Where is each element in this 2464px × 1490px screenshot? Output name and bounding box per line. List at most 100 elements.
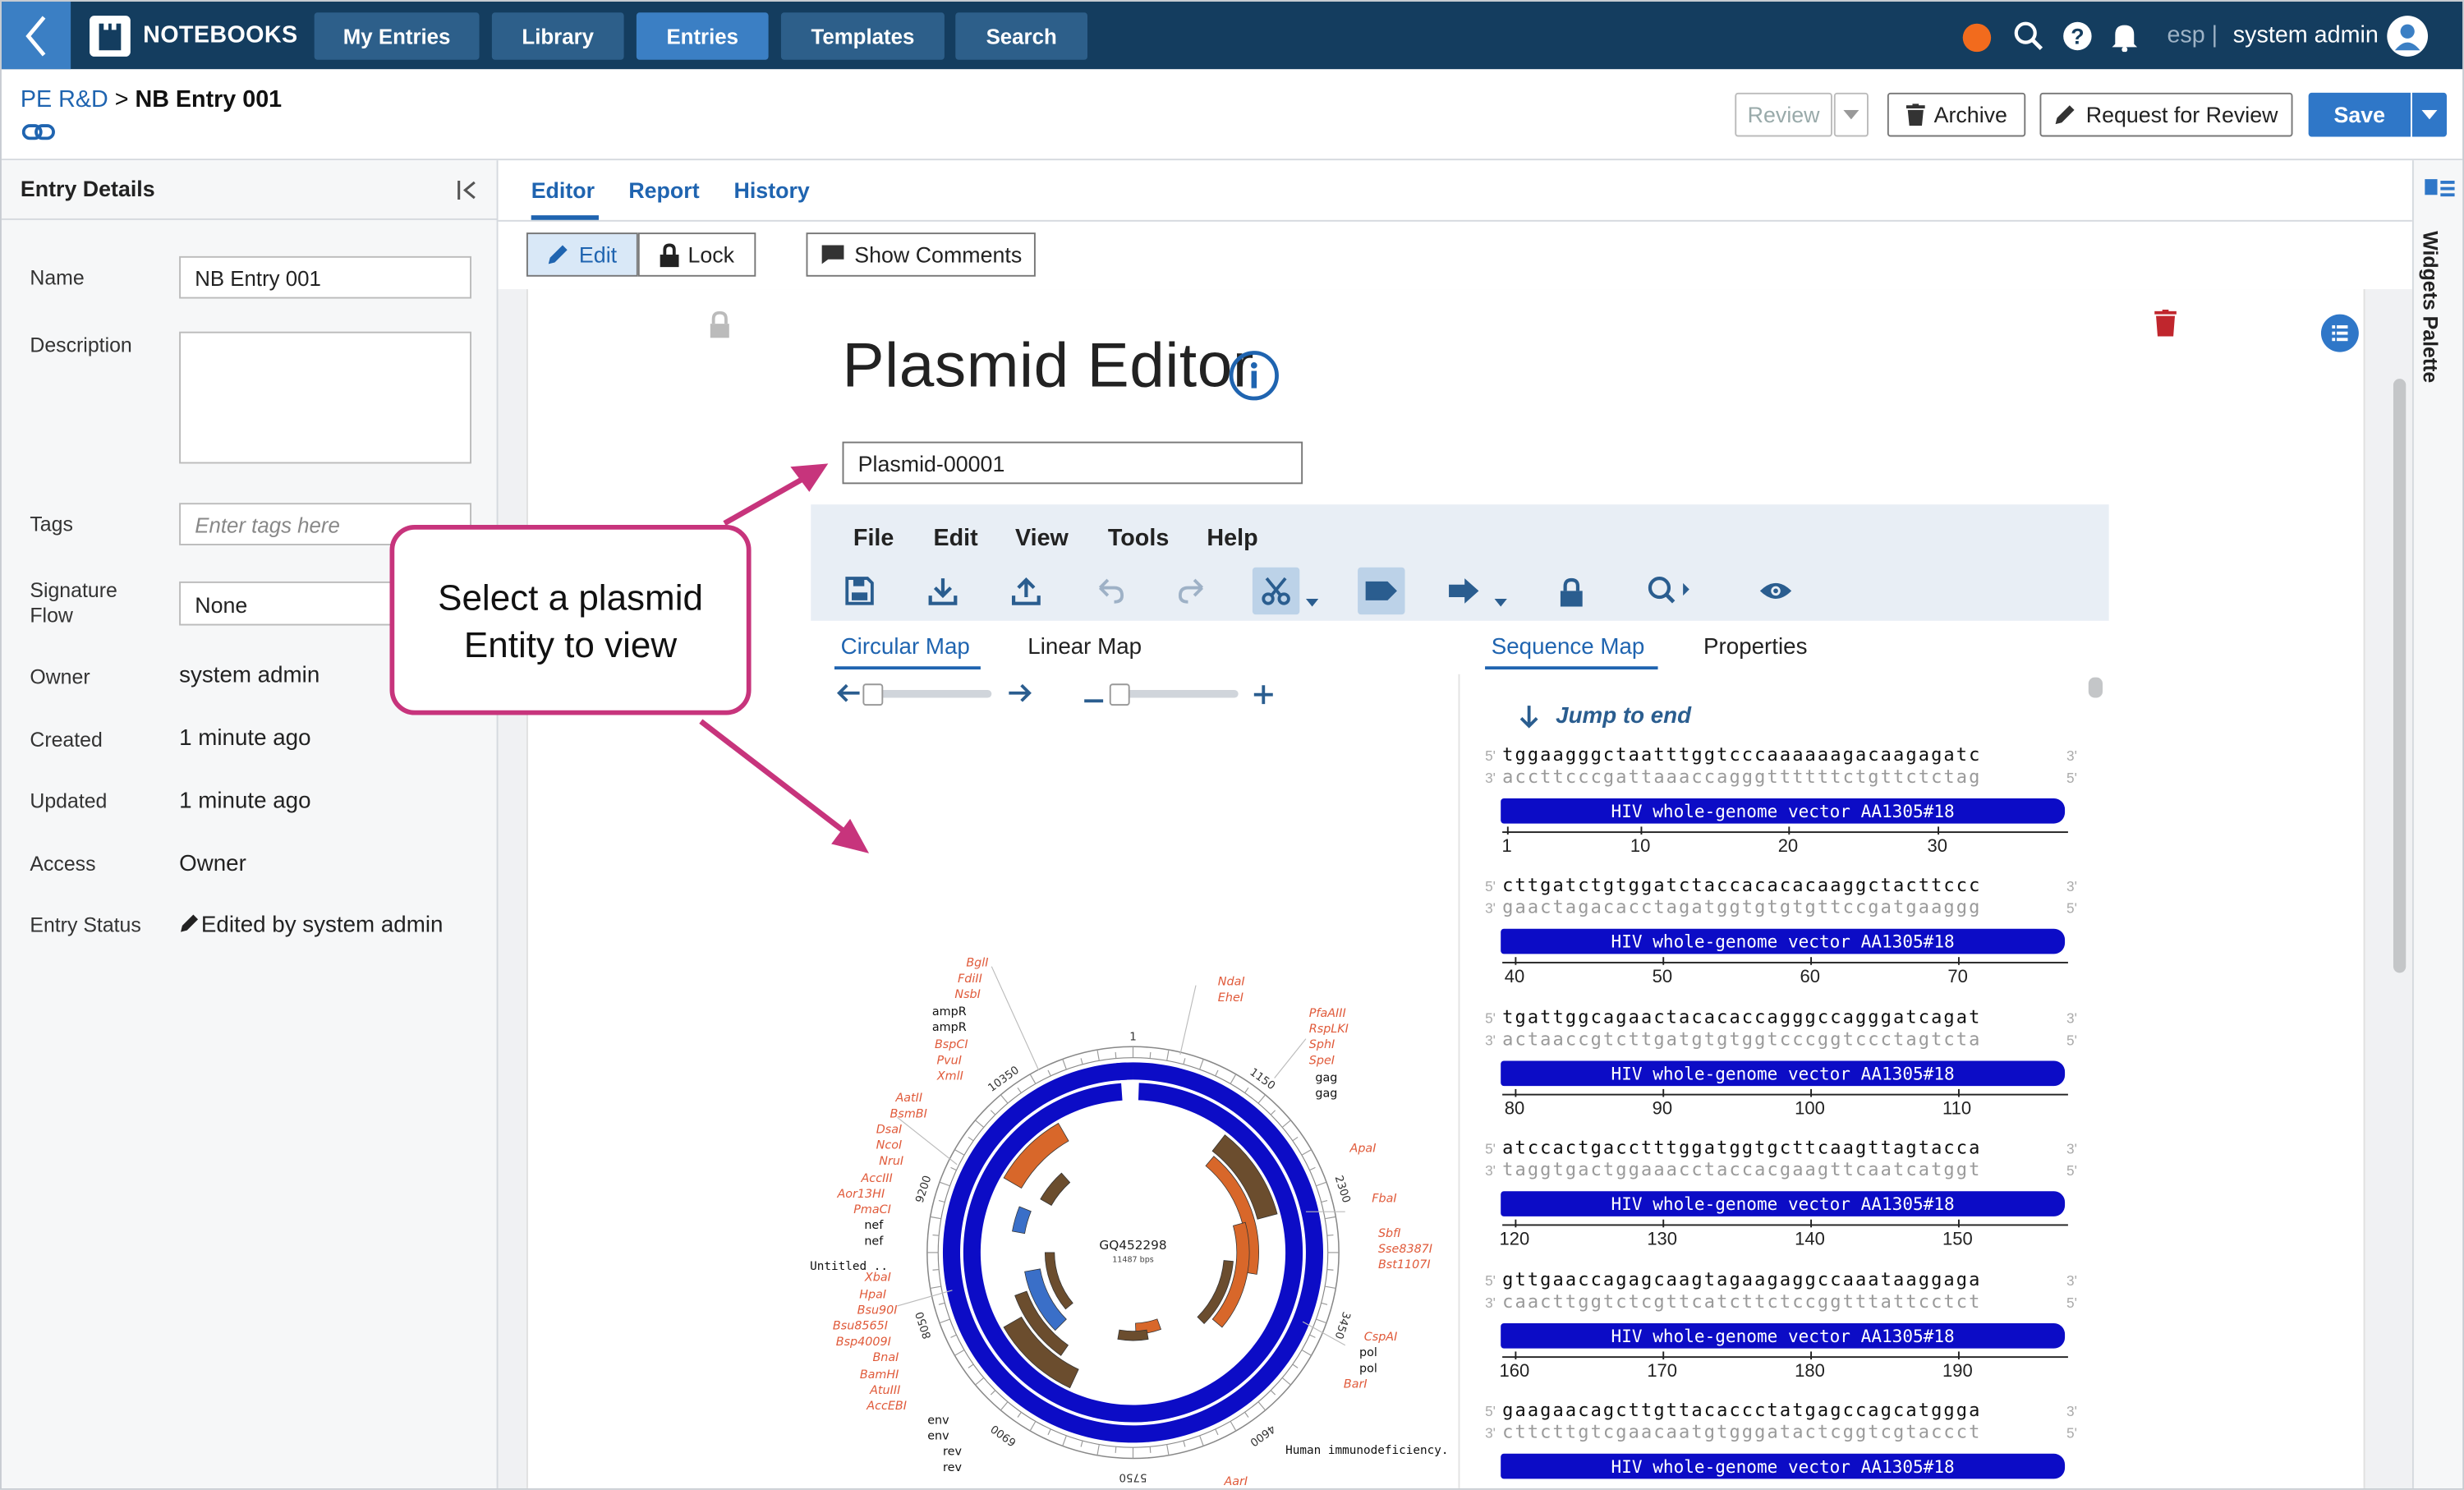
ruler-label: 150 [1942,1230,1973,1250]
sequence-top-strand[interactable]: gttgaaccagagcaagtagaagaggccaaataaggaga [1502,1268,1981,1290]
status-indicator-icon[interactable] [1962,23,1992,53]
request-review-button[interactable]: Request for Review [2039,92,2293,137]
lock-sequence-icon[interactable] [1548,568,1595,614]
menu-view[interactable]: View [1015,525,1069,552]
cut-dropdown-icon[interactable] [1305,586,1319,614]
sequence-bottom-strand[interactable]: gaactagacacctagatggtgtgtgttccgatgaaggg [1502,896,1981,918]
request-review-label: Request for Review [2085,102,2278,127]
sequence-bottom-strand[interactable]: taggtgactggaaacctaccacgaagttcaatcatggt [1502,1158,1981,1180]
feature-annotation-bar[interactable]: HIV whole-genome vector AA1305#18 [1501,798,2066,824]
tags-label: Tags [30,512,73,536]
zoom-slider-handle[interactable] [1109,683,1130,706]
widgets-palette-icon[interactable] [2425,177,2456,207]
ruler-label: 190 [1942,1362,1973,1382]
breadcrumb-link[interactable]: PE R&D [21,86,108,113]
feature-annotation-bar[interactable]: HIV whole-genome vector AA1305#18 [1501,928,2066,954]
user-name[interactable]: system admin [2233,22,2379,49]
orf-arrow-icon[interactable] [1441,568,1487,614]
nav-entries[interactable]: Entries [636,12,769,60]
feature-annotation-bar[interactable]: HIV whole-genome vector AA1305#18 [1501,1060,2066,1087]
feature-annotation-bar[interactable]: HIV whole-genome vector AA1305#18 [1501,1191,2066,1216]
tab-sequence-map[interactable]: Sequence Map [1492,635,1645,660]
rotate-right-icon[interactable] [1007,682,1032,711]
feature-annotation-bar[interactable]: HIV whole-genome vector AA1305#18 [1501,1453,2066,1479]
sequence-top-strand[interactable]: atccactgacctttggatggtgcttcaagttagtacca [1502,1136,1981,1158]
lock-button[interactable]: Lock [637,232,756,277]
map-position-label: 1150 [1248,1066,1277,1092]
list-widget-icon[interactable] [2319,313,2361,361]
menu-tools[interactable]: Tools [1108,525,1169,552]
nav-search[interactable]: Search [955,12,1088,60]
arrow-down-icon[interactable] [1518,704,1540,737]
circular-plasmid-map[interactable]: GQ452298 11487 bps 1 1150 2300 3450 4600 5750 69… [803,945,1447,1490]
jump-to-end-link[interactable]: Jump to end [1556,704,1691,729]
tab-report[interactable]: Report [628,177,699,203]
ruler-tick [1957,1351,1960,1360]
nav-library[interactable]: Library [491,12,624,60]
orf-dropdown-icon[interactable] [1494,586,1507,614]
map-ruler-tick [932,1269,940,1271]
sequence-bottom-strand[interactable]: caacttggtctcgttcatcttctccggtttattcctct [1502,1290,1981,1313]
description-textarea[interactable] [179,331,471,464]
nav-my-entries[interactable]: My Entries [314,12,480,60]
sequence-bottom-strand[interactable]: accttcccgattaaaccagggttttttctgttctctag [1502,766,1981,788]
sequence-bottom-strand[interactable]: actaaccgtcttgatgtgtggtcccggtccctagtcta [1502,1028,1981,1050]
sequence-top-strand[interactable]: tggaagggctaatttggtcccaaaaaagacaagagatc [1502,743,1981,766]
review-dropdown-button[interactable] [1833,92,1869,137]
collapse-panel-icon[interactable] [456,177,481,210]
zoom-out-icon[interactable] [1083,687,1105,715]
archive-button[interactable]: Archive [1887,92,2026,137]
name-input[interactable]: NB Entry 001 [179,255,471,299]
sequence-top-strand[interactable]: gaagaacagcttgttacaccctatgagccagcatggga [1502,1399,1981,1421]
map-ruler-tick [1321,1302,1328,1305]
map-ruler-tick [1115,1051,1117,1059]
enzyme-label: FbaI [1372,1193,1396,1206]
sequence-top-strand[interactable]: tgattggcagaactacacaccagggccagggatcagat [1502,1006,1981,1028]
bell-icon[interactable] [2109,21,2140,53]
save-button[interactable]: Save [2308,92,2411,137]
nav-templates[interactable]: Templates [780,12,945,60]
sequence-top-strand[interactable]: cttgatctgtggatctaccacacacaaggctacttccc [1502,874,1981,896]
avatar-icon[interactable] [2387,16,2429,57]
visibility-eye-icon[interactable] [1752,568,1799,614]
widgets-palette-label[interactable]: Widgets Palette [2419,231,2443,383]
edit-label: Edit [578,241,618,268]
help-icon[interactable]: ? [2062,21,2093,52]
cut-icon[interactable] [1252,567,1300,615]
upload-icon[interactable] [1003,568,1050,614]
tab-editor[interactable]: Editor [531,177,595,203]
review-button[interactable]: Review [1735,92,1832,137]
ruler-label: 30 [1927,837,1947,857]
tab-linear-map[interactable]: Linear Map [1027,635,1142,660]
widget-lock-icon[interactable] [709,310,731,346]
edit-button[interactable]: Edit [526,232,638,277]
undo-icon[interactable] [1086,568,1133,614]
tab-history[interactable]: History [734,177,810,203]
ruler-tick [1938,826,1940,835]
map-ruler-tick [1029,1074,1037,1084]
search-icon[interactable] [2013,21,2044,52]
menu-edit[interactable]: Edit [934,525,978,552]
strand-end-label: 5' [2066,1295,2077,1311]
back-button[interactable] [1,1,71,70]
save-dropdown-button[interactable] [2411,92,2448,137]
feature-tag-icon[interactable] [1358,567,1405,615]
map-ruler-tick [1281,1377,1291,1386]
sequence-scrollbar[interactable] [2088,677,2103,698]
delete-widget-icon[interactable] [2154,309,2177,344]
canvas-scrollbar[interactable] [2393,379,2407,973]
language-selector[interactable]: esp | [2167,22,2218,49]
show-comments-button[interactable]: Show Comments [806,232,1036,277]
zoom-slider[interactable] [1112,689,1239,698]
link-icon[interactable] [21,121,57,150]
zoom-in-icon[interactable] [1253,683,1275,713]
find-icon[interactable] [1640,568,1697,614]
redo-icon[interactable] [1169,568,1216,614]
info-icon[interactable] [1227,349,1280,411]
sequence-bottom-strand[interactable]: cttcttgtcgaacaatgtgggatactcggtcgtaccct [1502,1421,1981,1443]
tab-properties[interactable]: Properties [1703,635,1807,660]
enzyme-label: AatII [894,1092,922,1105]
feature-annotation-bar[interactable]: HIV whole-genome vector AA1305#18 [1501,1322,2066,1349]
menu-help[interactable]: Help [1207,525,1257,552]
enzyme-label: AtuIII [869,1384,900,1397]
